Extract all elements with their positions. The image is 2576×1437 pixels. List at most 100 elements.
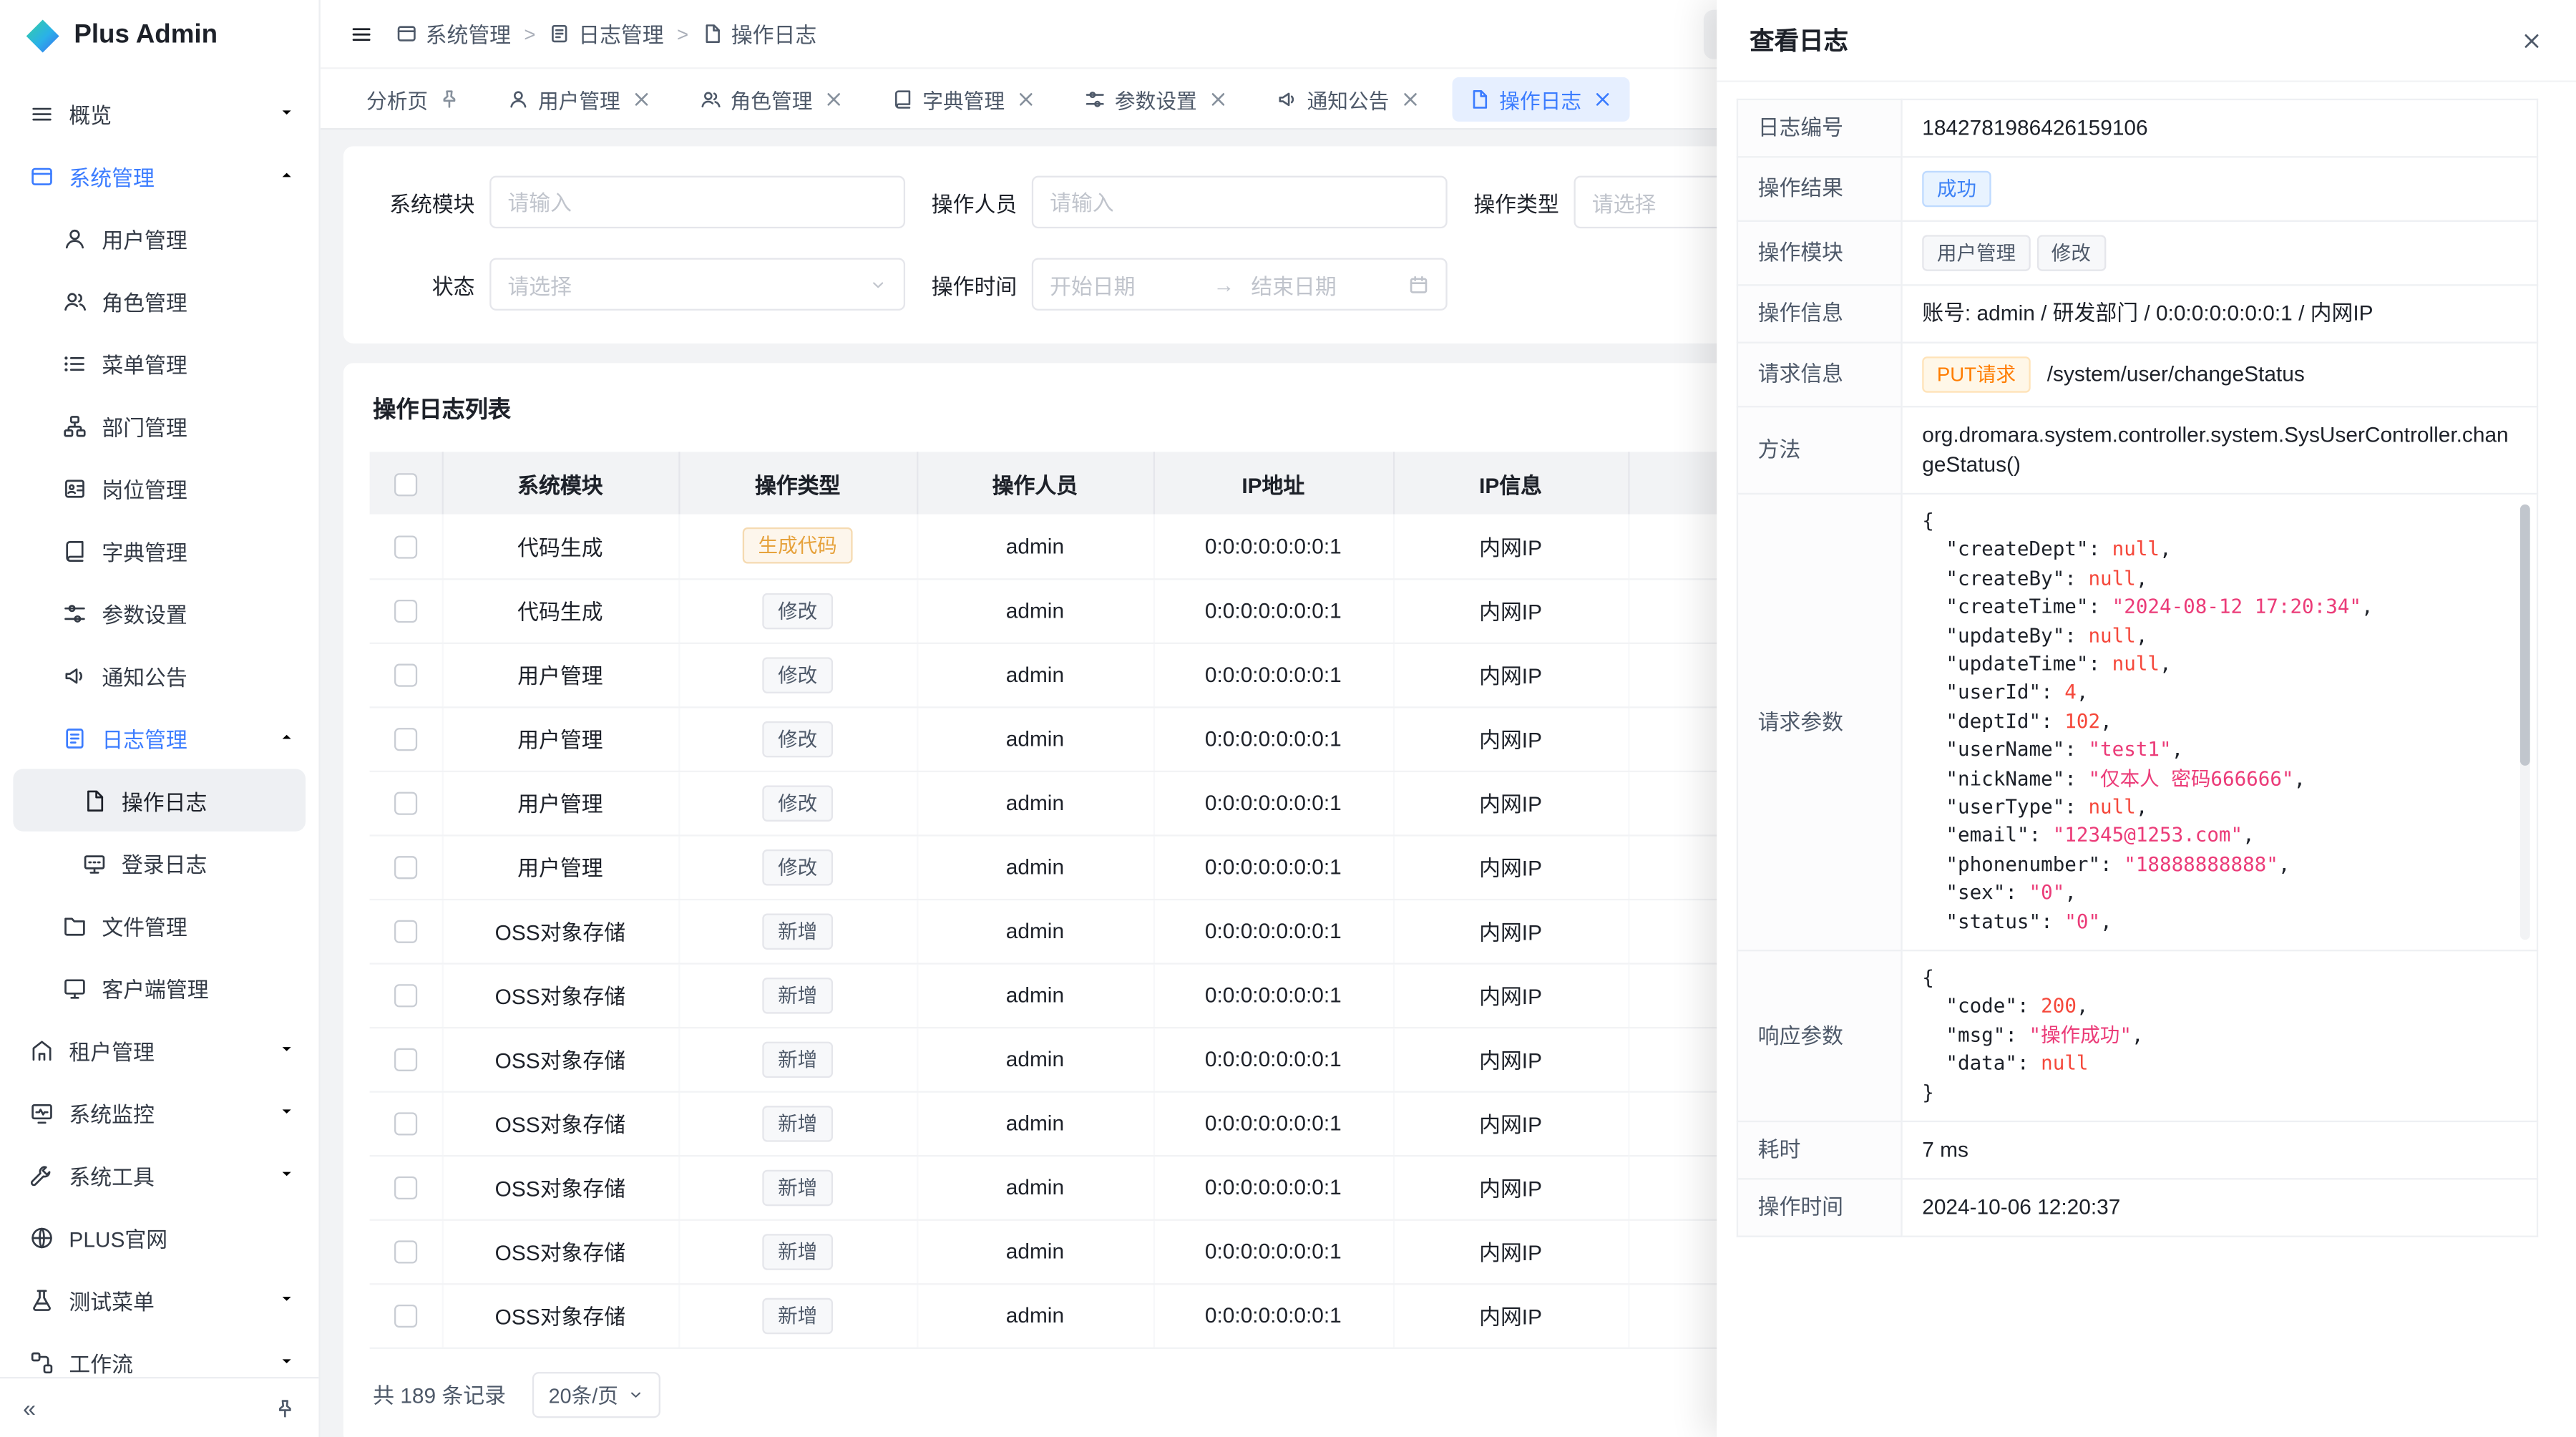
field-label: 操作信息 <box>1737 285 1902 342</box>
collapse-sidebar-button[interactable]: « <box>23 1395 36 1421</box>
sidebar-item-system[interactable]: 系统管理 <box>0 145 318 207</box>
sidebar-item-label: 系统管理 <box>69 160 263 192</box>
field-label: 请求信息 <box>1737 343 1902 407</box>
total-records: 共 189 条记录 <box>373 1378 506 1410</box>
breadcrumb-item-log[interactable]: 日志管理 <box>549 18 664 49</box>
tab-3[interactable]: 字典管理 <box>875 77 1053 121</box>
row-checkbox[interactable] <box>394 664 416 687</box>
close-tab-icon[interactable] <box>630 88 652 109</box>
tab-5[interactable]: 通知公告 <box>1259 77 1437 121</box>
detail-row-cost: 耗时 7 ms <box>1737 1121 2537 1179</box>
system-module-input[interactable] <box>489 176 905 228</box>
sidebar-item-tool[interactable]: 系统工具 <box>0 1144 318 1206</box>
post-icon <box>62 476 87 500</box>
select-all-checkbox[interactable] <box>394 473 416 496</box>
close-tab-icon[interactable] <box>822 88 844 109</box>
cell-module: 用户管理 <box>442 706 679 771</box>
operation-type-tag: 新增 <box>763 977 831 1013</box>
row-checkbox[interactable] <box>394 1113 416 1136</box>
sidebar-item-post[interactable]: 岗位管理 <box>0 457 318 519</box>
cell-ip: 0:0:0:0:0:0:0:1 <box>1153 834 1393 899</box>
cell-ip-info: 内网IP <box>1393 515 1628 579</box>
operation-time-range[interactable]: 开始日期 → 结束日期 <box>1032 258 1448 310</box>
code-scrollbar[interactable] <box>2520 505 2530 940</box>
row-checkbox[interactable] <box>394 1048 416 1071</box>
app-logo[interactable]: Plus Admin <box>0 0 318 72</box>
tab-label: 用户管理 <box>538 83 620 115</box>
chevron-down-icon <box>278 101 296 125</box>
sidebar-item-dept[interactable]: 部门管理 <box>0 394 318 457</box>
row-checkbox[interactable] <box>394 1177 416 1200</box>
breadcrumb-label: 日志管理 <box>578 18 663 49</box>
pin-icon[interactable] <box>438 88 459 109</box>
drawer-body: 日志编号 1842781986426159106 操作结果 成功 操作模块 用户… <box>1717 82 2576 1437</box>
column-header-ip-info: IP信息 <box>1393 452 1628 514</box>
request-params-code: { "createDept": null, "createBy": null, … <box>1922 507 2517 936</box>
page-size-select[interactable]: 20条/页 <box>532 1371 661 1417</box>
sidebar-item-test[interactable]: 测试菜单 <box>0 1268 318 1330</box>
sidebar-item-plus-site[interactable]: PLUS官网 <box>0 1206 318 1268</box>
sidebar-item-log[interactable]: 日志管理 <box>0 706 318 769</box>
close-tab-icon[interactable] <box>1591 88 1613 109</box>
sidebar-item-tenant[interactable]: 租户管理 <box>0 1018 318 1081</box>
filter-operator: 操作人员 <box>932 176 1448 228</box>
breadcrumb-item-system[interactable]: 系统管理 <box>396 18 511 49</box>
sidebar-item-role[interactable]: 角色管理 <box>0 270 318 332</box>
row-checkbox[interactable] <box>394 600 416 623</box>
tab-1[interactable]: 用户管理 <box>490 77 668 121</box>
breadcrumb-item-operlog[interactable]: 操作日志 <box>702 18 817 49</box>
row-checkbox[interactable] <box>394 536 416 559</box>
sidebar-footer: « <box>0 1377 318 1437</box>
sidebar-item-notice[interactable]: 通知公告 <box>0 644 318 706</box>
tab-6[interactable]: 操作日志 <box>1452 77 1629 121</box>
row-checkbox[interactable] <box>394 729 416 751</box>
close-tab-icon[interactable] <box>1207 88 1229 109</box>
sidebar-item-dict[interactable]: 字典管理 <box>0 520 318 582</box>
close-tab-icon[interactable] <box>1399 88 1420 109</box>
field-label: 系统模块 <box>389 187 474 218</box>
tab-4[interactable]: 参数设置 <box>1067 77 1244 121</box>
row-checkbox[interactable] <box>394 920 416 943</box>
sidebar-item-label: 系统工具 <box>69 1159 263 1191</box>
row-checkbox[interactable] <box>394 792 416 815</box>
cell-operator: admin <box>917 1155 1153 1219</box>
sidebar-item-operlog[interactable]: 操作日志 <box>13 769 306 831</box>
row-checkbox[interactable] <box>394 857 416 880</box>
sidebar-item-file[interactable]: 文件管理 <box>0 894 318 956</box>
cell-operator: admin <box>917 963 1153 1027</box>
field-label: 日志编号 <box>1737 99 1902 157</box>
sidebar-item-overview[interactable]: 概览 <box>0 82 318 145</box>
sidebar-item-monitor[interactable]: 系统监控 <box>0 1081 318 1144</box>
operator-input[interactable] <box>1032 176 1448 228</box>
hamburger-menu-icon[interactable] <box>350 22 373 45</box>
row-checkbox[interactable] <box>394 985 416 1008</box>
config-icon <box>1083 88 1105 109</box>
operation-time-value: 2024-10-06 12:20:37 <box>1902 1179 2538 1236</box>
sidebar-item-loginlog[interactable]: 登录日志 <box>0 832 318 894</box>
page-size-value: 20条/页 <box>549 1378 618 1410</box>
sidebar-item-workflow[interactable]: 工作流 <box>0 1331 318 1377</box>
status-select[interactable]: 请选择 <box>489 258 905 310</box>
cell-module: OSS对象存储 <box>442 1027 679 1091</box>
cell-module: OSS对象存储 <box>442 1155 679 1219</box>
row-checkbox[interactable] <box>394 1305 416 1328</box>
sidebar-item-config[interactable]: 参数设置 <box>0 582 318 644</box>
close-tab-icon[interactable] <box>1015 88 1036 109</box>
tenant-icon <box>29 1038 54 1062</box>
scrollbar-thumb[interactable] <box>2520 505 2530 766</box>
dept-icon <box>62 413 87 437</box>
tab-0[interactable]: 分析页 <box>350 77 476 121</box>
user-icon <box>62 226 87 250</box>
pin-icon[interactable] <box>274 1398 296 1419</box>
sidebar-item-user[interactable]: 用户管理 <box>0 207 318 269</box>
tab-2[interactable]: 角色管理 <box>683 77 860 121</box>
sidebar-item-client[interactable]: 客户端管理 <box>0 956 318 1018</box>
close-drawer-icon[interactable] <box>2520 29 2543 52</box>
row-checkbox[interactable] <box>394 1241 416 1264</box>
operation-type-tag: 新增 <box>763 1169 831 1206</box>
field-label: 操作结果 <box>1737 157 1902 221</box>
sidebar-item-label: 参数设置 <box>102 598 296 629</box>
cell-module: 用户管理 <box>442 771 679 835</box>
sidebar-item-label: 系统监控 <box>69 1097 263 1129</box>
sidebar-item-menu[interactable]: 菜单管理 <box>0 332 318 394</box>
